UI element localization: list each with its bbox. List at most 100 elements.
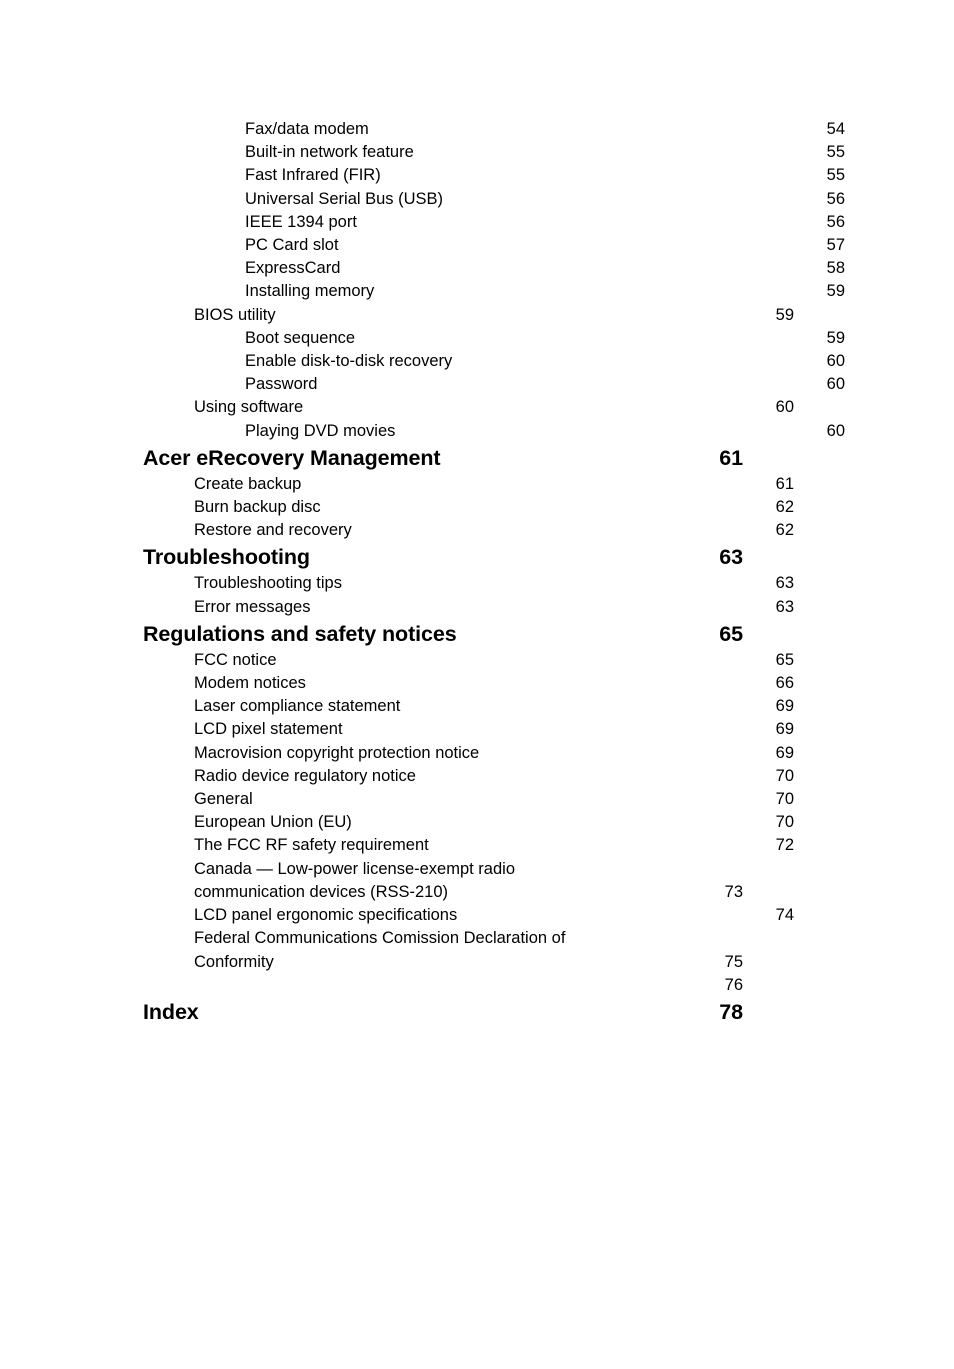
toc-chapter-entry[interactable]: Index 78 <box>143 997 743 1027</box>
toc-entry-label: Installing memory <box>245 282 375 301</box>
toc-entry[interactable]: LCD panel ergonomic specifications 74 <box>194 904 794 927</box>
toc-entry-label: Laser compliance statement <box>194 697 401 716</box>
toc-entry[interactable]: European Union (EU) 70 <box>194 811 794 834</box>
toc-entry-label: LCD pixel statement <box>194 720 343 739</box>
toc-entry[interactable]: Macrovision copyright protection notice 6… <box>194 742 794 765</box>
toc-entry-page-number: 70 <box>775 766 794 785</box>
toc-page: Fax/data modem 54 Built-in network feature… <box>0 0 954 1369</box>
toc-entry-label: FCC notice <box>194 650 277 669</box>
toc-entry-page-number: 62 <box>775 498 794 517</box>
toc-entry-page-number: 75 <box>724 952 743 971</box>
toc-entry[interactable]: Fast Infrared (FIR) 55 <box>245 164 845 187</box>
toc-entry-page-number: 69 <box>775 743 794 762</box>
toc-entry-label: Restore and recovery <box>194 521 352 540</box>
toc-entry-page-number: 58 <box>826 259 845 278</box>
toc-entry-label: Canada — Low-power license-exempt radio … <box>194 859 515 901</box>
toc-entry-label: Radio device regulatory notice <box>194 766 416 785</box>
toc-entry-page-number: 59 <box>775 305 794 324</box>
toc-entry-page-number: 70 <box>775 790 794 809</box>
toc-entry[interactable]: IEEE 1394 port 56 <box>245 211 845 234</box>
toc-entry-label: IEEE 1394 port <box>245 212 357 231</box>
toc-entry-label: Using software <box>194 398 304 417</box>
toc-entry-page-number: 69 <box>775 720 794 739</box>
toc-entry[interactable]: Laser compliance statement 69 <box>194 695 794 718</box>
toc-entry-label: Fast Infrared (FIR) <box>245 166 381 185</box>
toc-entry-page-number: 78 <box>719 999 743 1024</box>
toc-entry-page-number: 62 <box>775 521 794 540</box>
toc-entry-page-number: 60 <box>775 398 794 417</box>
toc-entry-page-number: 63 <box>775 597 794 616</box>
toc-entry[interactable]: Error messages 63 <box>194 596 794 619</box>
toc-entry-page-number: 59 <box>826 282 845 301</box>
toc-entry[interactable]: BIOS utility 59 <box>194 304 794 327</box>
toc-entry[interactable]: Canada — Low-power license-exempt radio … <box>194 858 743 904</box>
toc-entry-page-number: 55 <box>826 143 845 162</box>
toc-entry-label: Index <box>143 999 199 1024</box>
toc-entry[interactable]: Installing memory 59 <box>245 280 845 303</box>
toc-orphan-page-number: 76 <box>724 975 743 994</box>
toc-entry-label: Boot sequence <box>245 328 356 347</box>
toc-entry-page-number: 74 <box>775 906 794 925</box>
toc-entry[interactable]: Modem notices 66 <box>194 672 794 695</box>
toc-entry-page-number: 56 <box>826 212 845 231</box>
toc-entry[interactable]: Restore and recovery 62 <box>194 519 794 542</box>
toc-entry-page-number: 54 <box>826 120 845 138</box>
toc-entry[interactable]: Password 60 <box>245 373 845 396</box>
toc-entry-label: Playing DVD movies <box>245 421 396 440</box>
toc-entry-label: The FCC RF safety requirement <box>194 836 429 855</box>
toc-entry[interactable]: Create backup 61 <box>194 473 794 496</box>
toc-entry-label: Troubleshooting <box>143 545 310 570</box>
toc-entry-label: Error messages <box>194 597 311 616</box>
toc-entry[interactable]: Federal Communications Comission Declara… <box>194 927 743 973</box>
toc-entry-label: Acer eRecovery Management <box>143 445 441 470</box>
toc-entry[interactable]: Burn backup disc 62 <box>194 496 794 519</box>
toc-entry[interactable]: Universal Serial Bus (USB) 56 <box>245 188 845 211</box>
toc-entry[interactable]: Using software 60 <box>194 396 794 419</box>
toc-entry[interactable]: Troubleshooting tips 63 <box>194 572 794 595</box>
toc-chapter-entry[interactable]: Acer eRecovery Management 61 <box>143 443 743 473</box>
toc-entry-label: Enable disk-to-disk recovery <box>245 352 453 371</box>
toc-entry-page-number: 61 <box>719 445 743 470</box>
toc-entry-label: LCD panel ergonomic specifications <box>194 906 458 925</box>
toc-entry-page-number: 55 <box>826 166 845 185</box>
toc-entry-page-number: 63 <box>719 545 743 570</box>
toc-entry-page-number: 66 <box>775 674 794 693</box>
toc-entry-label: Macrovision copyright protection notice <box>194 743 480 762</box>
toc-entry[interactable]: The FCC RF safety requirement 72 <box>194 834 794 857</box>
toc-entry-page-number: 61 <box>775 474 794 493</box>
toc-entry-page-number: 60 <box>826 375 845 394</box>
toc-entry[interactable]: Playing DVD movies 60 <box>245 420 845 443</box>
toc-entry-label: Troubleshooting tips <box>194 574 342 593</box>
toc-entry-page-number: 72 <box>775 836 794 855</box>
toc-entry-page-number: 57 <box>826 236 845 255</box>
toc-entry-page-number: 65 <box>719 621 743 646</box>
toc-entry[interactable]: Built-in network feature 55 <box>245 141 845 164</box>
toc-entry[interactable]: LCD pixel statement 69 <box>194 718 794 741</box>
toc-entry-page-number: 60 <box>826 352 845 371</box>
toc-entry[interactable]: General 70 <box>194 788 794 811</box>
toc-entry-label: ExpressCard <box>245 259 341 278</box>
toc-chapter-entry[interactable]: Regulations and safety notices 65 <box>143 619 743 649</box>
toc-entry-page-number: 65 <box>775 650 794 669</box>
toc-entry-label: Federal Communications Comission Declara… <box>194 929 566 971</box>
toc-entry-page-number: 70 <box>775 813 794 832</box>
toc-entry[interactable]: Enable disk-to-disk recovery 60 <box>245 350 845 373</box>
toc-entry-page-number: 60 <box>826 421 845 440</box>
toc-entry-page-number: 56 <box>826 189 845 208</box>
toc-entry-label: PC Card slot <box>245 236 339 255</box>
table-of-contents-list: Fax/data modem 54 Built-in network feature… <box>143 118 845 1027</box>
toc-entry-label: BIOS utility <box>194 305 276 324</box>
toc-entry[interactable]: Radio device regulatory notice 70 <box>194 765 794 788</box>
toc-entry-label: Fax/data modem <box>245 120 369 138</box>
toc-entry-label: Create backup <box>194 474 302 493</box>
toc-entry-label: General <box>194 790 253 809</box>
toc-chapter-entry[interactable]: Troubleshooting 63 <box>143 542 743 572</box>
toc-entry[interactable]: Boot sequence 59 <box>245 327 845 350</box>
toc-entry[interactable]: Fax/data modem 54 <box>245 118 845 141</box>
toc-entry-page-number: 63 <box>775 574 794 593</box>
toc-entry[interactable]: ExpressCard 58 <box>245 257 845 280</box>
toc-entry-label: Built-in network feature <box>245 143 414 162</box>
toc-entry-page-number: 69 <box>775 697 794 716</box>
toc-entry[interactable]: FCC notice 65 <box>194 649 794 672</box>
toc-entry[interactable]: PC Card slot 57 <box>245 234 845 257</box>
